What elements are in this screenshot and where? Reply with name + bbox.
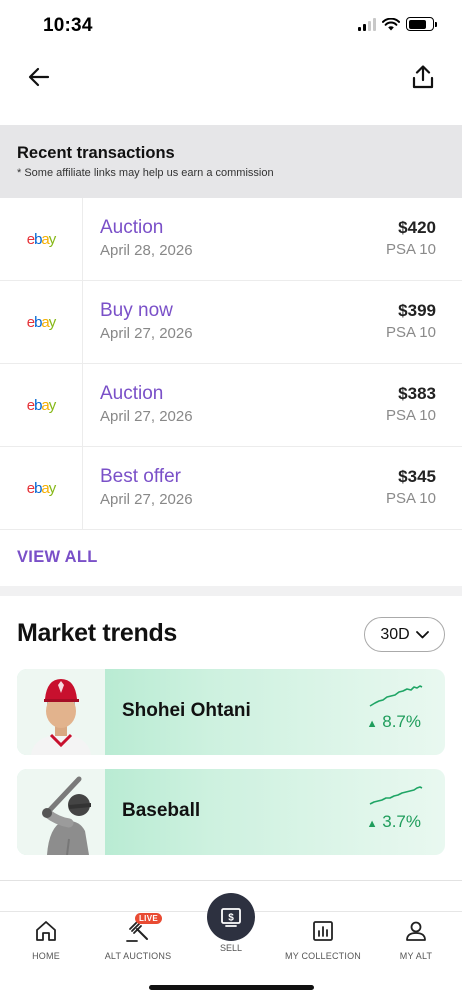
sparkline-chart bbox=[369, 685, 423, 707]
tab-my-collection[interactable]: MY COLLECTION bbox=[278, 912, 368, 961]
svg-text:$: $ bbox=[228, 913, 234, 924]
section-divider bbox=[0, 586, 462, 596]
transaction-grade: PSA 10 bbox=[385, 407, 436, 424]
status-icons bbox=[358, 17, 437, 31]
triangle-up-icon: ▲ bbox=[366, 818, 378, 830]
person-icon bbox=[406, 921, 426, 941]
transaction-row[interactable]: ebay Auction April 28, 2026 $420 PSA 10 bbox=[0, 198, 462, 281]
transaction-row[interactable]: ebay Auction April 27, 2026 $383 PSA 10 bbox=[0, 364, 462, 447]
wifi-icon bbox=[382, 17, 400, 30]
home-indicator bbox=[149, 985, 314, 990]
transaction-row[interactable]: ebay Buy now April 27, 2026 $399 PSA 10 bbox=[0, 281, 462, 364]
market-trends-title: Market trends bbox=[17, 619, 178, 647]
dollar-card-icon: $ bbox=[221, 908, 241, 927]
status-time: 10:34 bbox=[43, 15, 93, 36]
transactions-header: Recent transactions * Some affiliate lin… bbox=[0, 125, 462, 198]
player-photo bbox=[17, 669, 105, 755]
marketplace-logo-cell: ebay bbox=[0, 364, 83, 446]
trend-name: Shohei Ohtani bbox=[122, 700, 251, 721]
tab-home[interactable]: HOME bbox=[1, 912, 91, 961]
transaction-grade: PSA 10 bbox=[385, 241, 436, 258]
bar-chart-icon bbox=[313, 921, 333, 941]
triangle-up-icon: ▲ bbox=[366, 718, 378, 730]
transaction-row[interactable]: ebay Best offer April 27, 2026 $345 PSA … bbox=[0, 447, 462, 530]
marketplace-logo-cell: ebay bbox=[0, 281, 83, 363]
home-icon bbox=[36, 921, 56, 941]
tab-my-alt[interactable]: MY ALT bbox=[371, 912, 461, 961]
trend-change: ▲ 3.7% bbox=[366, 812, 421, 831]
transaction-price: $399 bbox=[398, 301, 436, 320]
sell-button[interactable]: $ bbox=[207, 893, 255, 941]
sell-label: SELL bbox=[219, 943, 243, 953]
transaction-price: $345 bbox=[398, 467, 436, 486]
tab-my-collection-label: MY COLLECTION bbox=[285, 951, 361, 961]
baseball-player-photo bbox=[17, 769, 105, 855]
share-icon bbox=[412, 65, 434, 89]
transaction-price: $383 bbox=[398, 384, 436, 403]
transactions-list: ebay Auction April 28, 2026 $420 PSA 10 … bbox=[0, 198, 462, 530]
sparkline-chart bbox=[369, 786, 423, 805]
tab-home-label: HOME bbox=[32, 951, 60, 961]
tab-alt-auctions-label: ALT AUCTIONS bbox=[104, 951, 172, 961]
transactions-title: Recent transactions bbox=[17, 144, 175, 162]
back-button[interactable] bbox=[24, 62, 54, 92]
ebay-logo-icon: ebay bbox=[26, 230, 56, 248]
chevron-down-icon bbox=[415, 630, 429, 638]
live-badge: LIVE bbox=[135, 913, 162, 924]
affiliate-disclaimer: * Some affiliate links may help us earn … bbox=[17, 167, 274, 179]
marketplace-logo-cell: ebay bbox=[0, 198, 83, 280]
transaction-price: $420 bbox=[398, 218, 436, 237]
trend-card-baseball[interactable]: Baseball ▲ 3.7% bbox=[17, 769, 445, 855]
battery-icon bbox=[406, 17, 437, 31]
transaction-grade: PSA 10 bbox=[385, 324, 436, 341]
share-button[interactable] bbox=[408, 62, 438, 92]
arrow-left-icon bbox=[28, 67, 50, 87]
period-selector[interactable]: 30D bbox=[364, 617, 445, 652]
ebay-logo-icon: ebay bbox=[26, 313, 56, 331]
transaction-grade: PSA 10 bbox=[385, 490, 436, 507]
cellular-signal-icon bbox=[358, 17, 376, 31]
tab-my-alt-label: MY ALT bbox=[399, 951, 433, 961]
trend-card-shohei-ohtani[interactable]: Shohei Ohtani ▲ 8.7% bbox=[17, 669, 445, 755]
content-divider bbox=[0, 880, 462, 881]
marketplace-logo-cell: ebay bbox=[0, 447, 83, 529]
trend-name: Baseball bbox=[122, 800, 201, 821]
ebay-logo-icon: ebay bbox=[26, 479, 56, 497]
trend-change: ▲ 8.7% bbox=[366, 712, 421, 731]
period-value: 30D bbox=[380, 625, 410, 643]
ebay-logo-icon: ebay bbox=[26, 396, 56, 414]
view-all-link[interactable]: VIEW ALL bbox=[17, 548, 98, 567]
status-bar: 10:34 bbox=[0, 0, 462, 50]
